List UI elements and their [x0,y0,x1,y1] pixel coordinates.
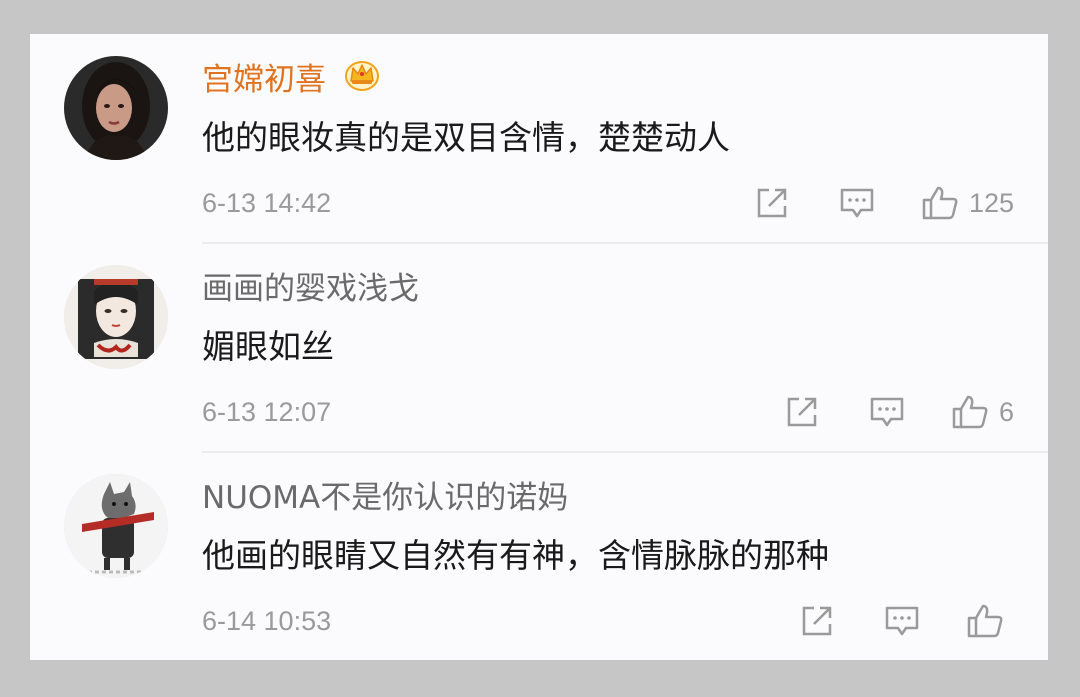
username[interactable]: 画画的婴戏浅戈 [202,269,419,309]
comment-actions: 6 [785,391,1014,433]
comment-item: 宫嫦初喜 他的眼妆真的是双目含情，楚楚动人 6-13 14:42 125 [30,34,1048,244]
like-button[interactable]: 125 [921,185,1014,221]
comment-time: 6-13 14:42 [202,188,332,218]
reply-button[interactable] [884,604,920,638]
reply-button[interactable] [839,186,875,220]
comment-icon [840,188,874,218]
share-icon [787,397,817,427]
comment-icon [885,606,919,636]
avatar-image [64,265,168,369]
username[interactable]: 宫嫦初喜 [202,60,380,101]
share-icon [802,606,832,636]
username-text[interactable]: 画画的婴戏浅戈 [202,271,419,307]
like-button[interactable]: 6 [951,394,1014,430]
like-button[interactable] [966,603,1014,639]
comment-actions: 125 [755,182,1014,224]
comment-time: 6-13 12:07 [202,397,332,427]
comment-item: NUOMA不是你认识的诺妈 他画的眼睛又自然有有神，含情脉脉的那种 6-14 1… [30,452,1048,662]
avatar-image [64,474,168,578]
avatar[interactable] [64,265,168,369]
username-text[interactable]: NUOMA不是你认识的诺妈 [202,480,568,516]
crown-icon [344,57,380,101]
share-button[interactable] [755,186,789,220]
avatar[interactable] [64,474,168,578]
comment-text: 他的眼妆真的是双目含情，楚楚动人 [202,118,730,157]
reply-button[interactable] [869,395,905,429]
comment-text: 媚眼如丝 [202,327,334,366]
comment-text: 他画的眼睛又自然有有神，含情脉脉的那种 [202,536,829,575]
username-text[interactable]: 宫嫦初喜 [202,62,326,98]
comment-list: 宫嫦初喜 他的眼妆真的是双目含情，楚楚动人 6-13 14:42 125 画画的… [30,34,1048,660]
share-icon [757,188,787,218]
comment-item: 画画的婴戏浅戈 媚眼如丝 6-13 12:07 6 [30,243,1048,453]
comment-actions [800,600,1014,642]
share-button[interactable] [800,604,834,638]
thumbs-up-icon [967,604,1003,638]
comment-icon [870,397,904,427]
comment-time: 6-14 10:53 [202,606,332,636]
username[interactable]: NUOMA不是你认识的诺妈 [202,478,568,518]
like-count: 6 [998,397,1014,427]
avatar-image [64,56,168,160]
thumbs-up-icon [922,186,958,220]
like-count: 125 [968,188,1014,218]
thumbs-up-icon [952,395,988,429]
avatar[interactable] [64,56,168,160]
share-button[interactable] [785,395,819,429]
